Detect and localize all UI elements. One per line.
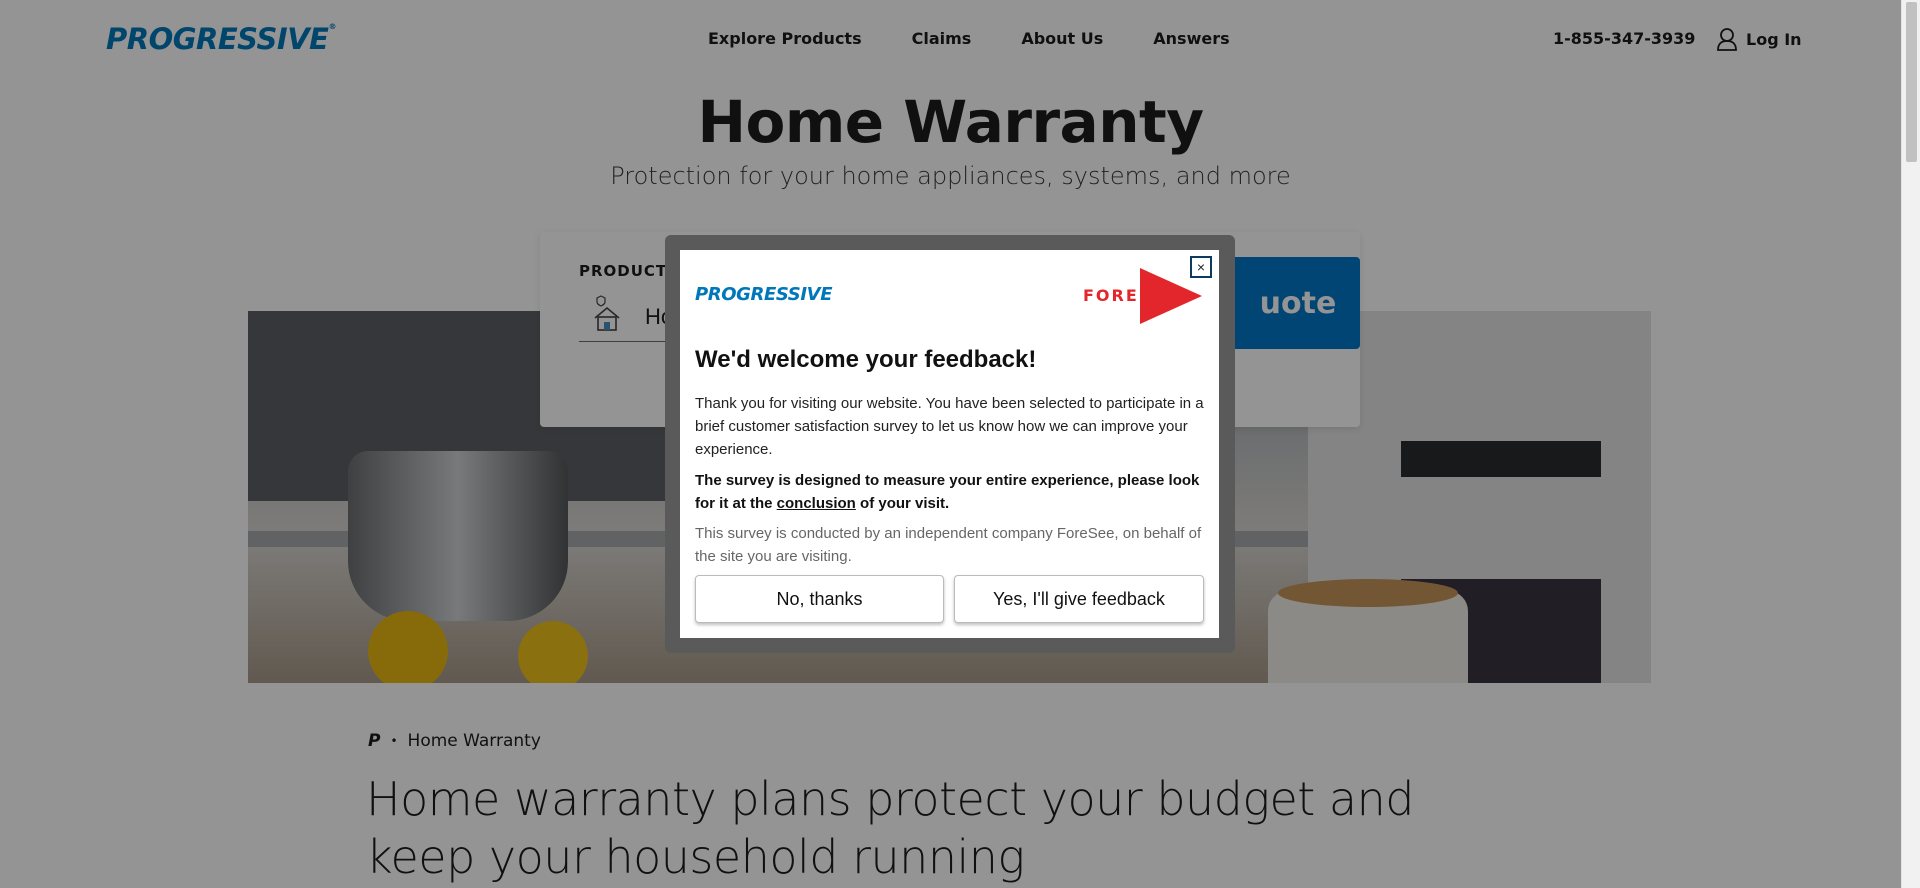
vertical-scrollbar[interactable] xyxy=(1901,0,1920,888)
page: PROGRESSIVE® Explore Products Claims Abo… xyxy=(0,0,1901,888)
no-thanks-button[interactable]: No, thanks xyxy=(695,575,944,623)
modal-progressive-logo: PROGRESSIVE xyxy=(695,284,833,305)
feedback-modal: PROGRESSIVE FORESEE × We'd welcome your … xyxy=(680,250,1219,638)
conclusion-text: conclusion xyxy=(776,495,856,512)
modal-survey-note: The survey is designed to measure your e… xyxy=(695,472,1200,512)
scrollbar-thumb[interactable] xyxy=(1906,2,1917,162)
modal-disclaimer: This survey is conducted by an independe… xyxy=(695,525,1202,565)
close-icon[interactable]: × xyxy=(1190,256,1212,278)
modal-title: We'd welcome your feedback! xyxy=(695,346,1037,373)
give-feedback-button[interactable]: Yes, I'll give feedback xyxy=(954,575,1204,623)
modal-intro-text: Thank you for visiting our website. You … xyxy=(695,395,1204,458)
